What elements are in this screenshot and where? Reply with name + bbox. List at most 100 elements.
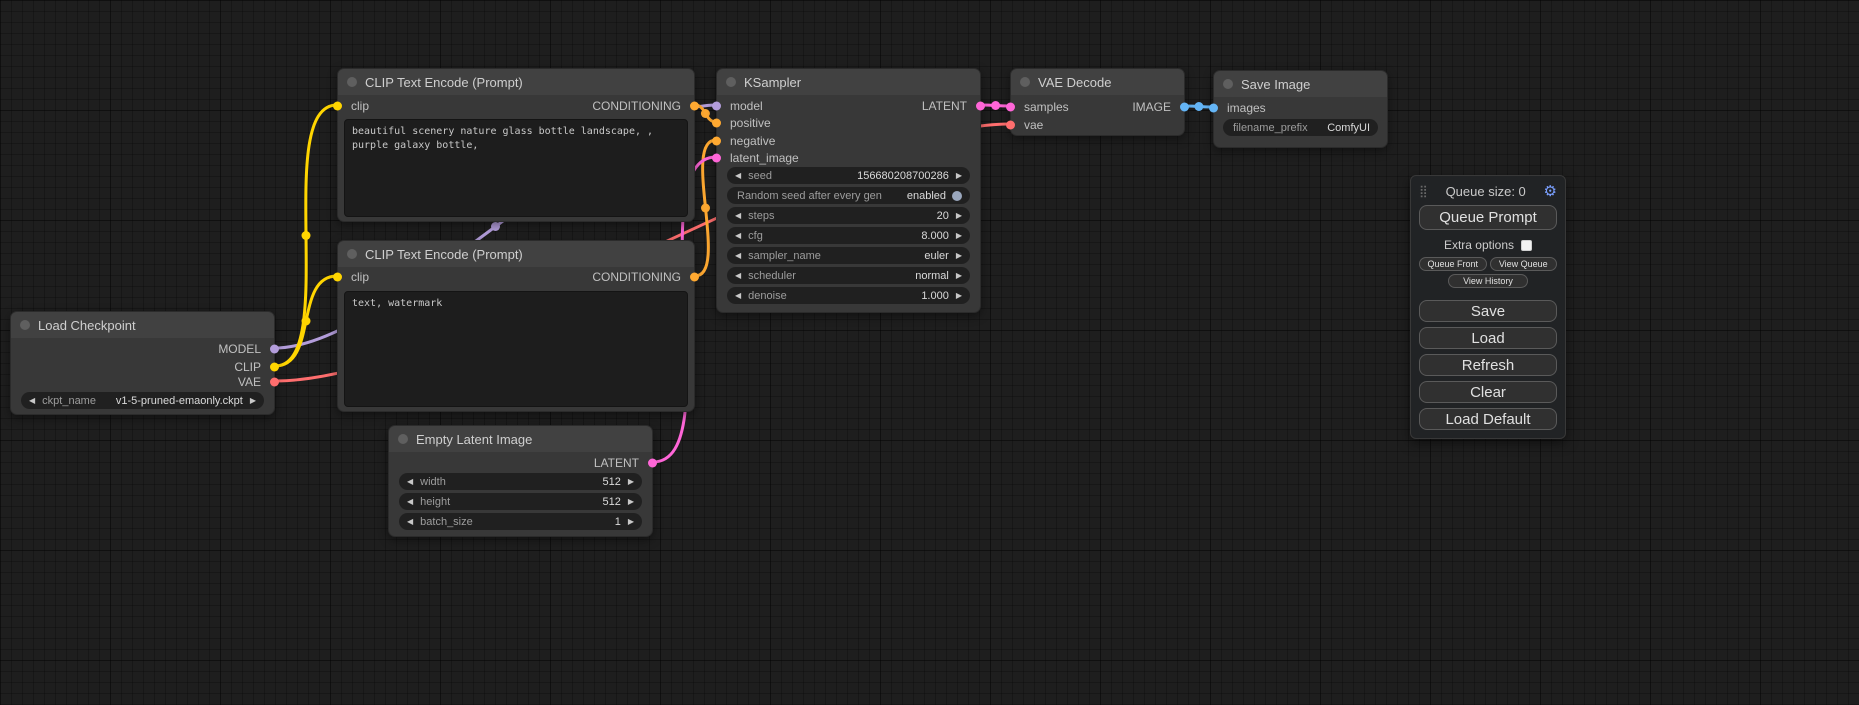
node-title-bar[interactable]: VAE Decode: [1011, 69, 1184, 95]
prompt-textarea[interactable]: beautiful scenery nature glass bottle la…: [344, 119, 688, 217]
input-dot-positive[interactable]: [712, 119, 721, 128]
output-dot-conditioning[interactable]: [690, 273, 699, 282]
increment-arrow-icon[interactable]: ▶: [250, 397, 256, 405]
steps-widget[interactable]: ◀ steps 20 ▶: [727, 207, 970, 224]
decrement-arrow-icon[interactable]: ◀: [735, 252, 741, 260]
widget-value: 1: [615, 516, 621, 528]
view-queue-button[interactable]: View Queue: [1490, 257, 1558, 271]
refresh-button[interactable]: Refresh: [1419, 354, 1557, 376]
filename-prefix-widget[interactable]: filename_prefix ComfyUI: [1223, 119, 1378, 136]
clear-button[interactable]: Clear: [1419, 381, 1557, 403]
node-title-bar[interactable]: CLIP Text Encode (Prompt): [338, 241, 694, 267]
collapse-dot-icon[interactable]: [347, 77, 357, 87]
decrement-arrow-icon[interactable]: ◀: [29, 397, 35, 405]
sampler-name-widget[interactable]: ◀ sampler_name euler ▶: [727, 247, 970, 264]
input-dot-negative[interactable]: [712, 137, 721, 146]
ckpt-name-widget[interactable]: ◀ ckpt_name v1-5-pruned-emaonly.ckpt ▶: [21, 392, 264, 409]
graph-canvas[interactable]: { "colors": { "model": "#b39ddb", "clip"…: [0, 0, 1859, 705]
extra-options-checkbox[interactable]: [1521, 240, 1532, 251]
output-slot-latent: LATENT: [594, 454, 652, 472]
batch-size-widget[interactable]: ◀ batch_size 1 ▶: [399, 513, 642, 530]
slot-label: clip: [351, 99, 369, 113]
random-seed-widget[interactable]: Random seed after every gen enabled: [727, 187, 970, 204]
increment-arrow-icon[interactable]: ▶: [628, 478, 634, 486]
output-dot-vae[interactable]: [270, 378, 279, 387]
decrement-arrow-icon[interactable]: ◀: [735, 172, 741, 180]
decrement-arrow-icon[interactable]: ◀: [735, 232, 741, 240]
queue-front-button[interactable]: Queue Front: [1419, 257, 1487, 271]
collapse-dot-icon[interactable]: [20, 320, 30, 330]
width-widget[interactable]: ◀ width 512 ▶: [399, 473, 642, 490]
increment-arrow-icon[interactable]: ▶: [628, 518, 634, 526]
input-slot-samples: samples: [1011, 98, 1069, 116]
node-load-checkpoint[interactable]: Load Checkpoint MODEL CLIP VAE ◀ ckpt_na…: [10, 311, 275, 415]
input-slot-clip: clip: [338, 97, 369, 115]
link-midpoint-dot: [991, 101, 1000, 110]
toggle-dot[interactable]: [952, 191, 962, 201]
increment-arrow-icon[interactable]: ▶: [956, 232, 962, 240]
node-ksampler[interactable]: KSampler model positive negative latent_…: [716, 68, 981, 313]
decrement-arrow-icon[interactable]: ◀: [735, 212, 741, 220]
comfy-menu-panel[interactable]: ⣿ Queue size: 0 ⚙ Queue Prompt Extra opt…: [1410, 175, 1566, 439]
collapse-dot-icon[interactable]: [1223, 79, 1233, 89]
decrement-arrow-icon[interactable]: ◀: [407, 478, 413, 486]
output-dot-image[interactable]: [1180, 103, 1189, 112]
load-default-button[interactable]: Load Default: [1419, 408, 1557, 430]
collapse-dot-icon[interactable]: [398, 434, 408, 444]
load-button[interactable]: Load: [1419, 327, 1557, 349]
input-dot-model[interactable]: [712, 102, 721, 111]
node-title-bar[interactable]: Empty Latent Image: [389, 426, 652, 452]
increment-arrow-icon[interactable]: ▶: [956, 212, 962, 220]
denoise-widget[interactable]: ◀ denoise 1.000 ▶: [727, 287, 970, 304]
output-slot-image: IMAGE: [1132, 98, 1184, 116]
output-dot-clip[interactable]: [270, 363, 279, 372]
output-dot-latent[interactable]: [648, 459, 657, 468]
input-dot-clip[interactable]: [333, 102, 342, 111]
increment-arrow-icon[interactable]: ▶: [956, 272, 962, 280]
output-dot-latent[interactable]: [976, 102, 985, 111]
settings-gear-icon[interactable]: ⚙: [1544, 182, 1557, 200]
node-title: KSampler: [744, 75, 801, 90]
increment-arrow-icon[interactable]: ▶: [956, 252, 962, 260]
queue-prompt-button[interactable]: Queue Prompt: [1419, 205, 1557, 230]
input-dot-clip[interactable]: [333, 273, 342, 282]
input-dot-vae[interactable]: [1006, 121, 1015, 130]
decrement-arrow-icon[interactable]: ◀: [407, 518, 413, 526]
collapse-dot-icon[interactable]: [347, 249, 357, 259]
node-empty-latent-image[interactable]: Empty Latent Image LATENT ◀ width 512 ▶ …: [388, 425, 653, 537]
node-title-bar[interactable]: CLIP Text Encode (Prompt): [338, 69, 694, 95]
increment-arrow-icon[interactable]: ▶: [956, 172, 962, 180]
node-clip-text-encode-negative[interactable]: CLIP Text Encode (Prompt) clip CONDITION…: [337, 240, 695, 412]
input-slot-positive: positive: [717, 114, 771, 132]
node-title-bar[interactable]: KSampler: [717, 69, 980, 95]
cfg-widget[interactable]: ◀ cfg 8.000 ▶: [727, 227, 970, 244]
save-button[interactable]: Save: [1419, 300, 1557, 322]
decrement-arrow-icon[interactable]: ◀: [735, 272, 741, 280]
input-dot-images[interactable]: [1209, 104, 1218, 113]
input-dot-samples[interactable]: [1006, 103, 1015, 112]
increment-arrow-icon[interactable]: ▶: [956, 292, 962, 300]
node-clip-text-encode-positive[interactable]: CLIP Text Encode (Prompt) clip CONDITION…: [337, 68, 695, 222]
decrement-arrow-icon[interactable]: ◀: [407, 498, 413, 506]
output-dot-conditioning[interactable]: [690, 102, 699, 111]
node-title-bar[interactable]: Save Image: [1214, 71, 1387, 97]
link-midpoint-dot: [1194, 102, 1203, 111]
node-vae-decode[interactable]: VAE Decode samples vae IMAGE: [1010, 68, 1185, 136]
widget-value: 512: [602, 476, 620, 488]
decrement-arrow-icon[interactable]: ◀: [735, 292, 741, 300]
output-dot-model[interactable]: [270, 345, 279, 354]
drag-handle-icon[interactable]: ⣿: [1419, 184, 1428, 198]
node-save-image[interactable]: Save Image images filename_prefix ComfyU…: [1213, 70, 1388, 148]
node-title-bar[interactable]: Load Checkpoint: [11, 312, 274, 338]
seed-widget[interactable]: ◀ seed 156680208700286 ▶: [727, 167, 970, 184]
collapse-dot-icon[interactable]: [1020, 77, 1030, 87]
scheduler-widget[interactable]: ◀ scheduler normal ▶: [727, 267, 970, 284]
slot-label: images: [1227, 101, 1266, 115]
collapse-dot-icon[interactable]: [726, 77, 736, 87]
prompt-textarea[interactable]: text, watermark: [344, 291, 688, 407]
increment-arrow-icon[interactable]: ▶: [628, 498, 634, 506]
widget-name: sampler_name: [748, 250, 821, 262]
view-history-button[interactable]: View History: [1448, 274, 1528, 288]
height-widget[interactable]: ◀ height 512 ▶: [399, 493, 642, 510]
input-dot-latent-image[interactable]: [712, 154, 721, 163]
